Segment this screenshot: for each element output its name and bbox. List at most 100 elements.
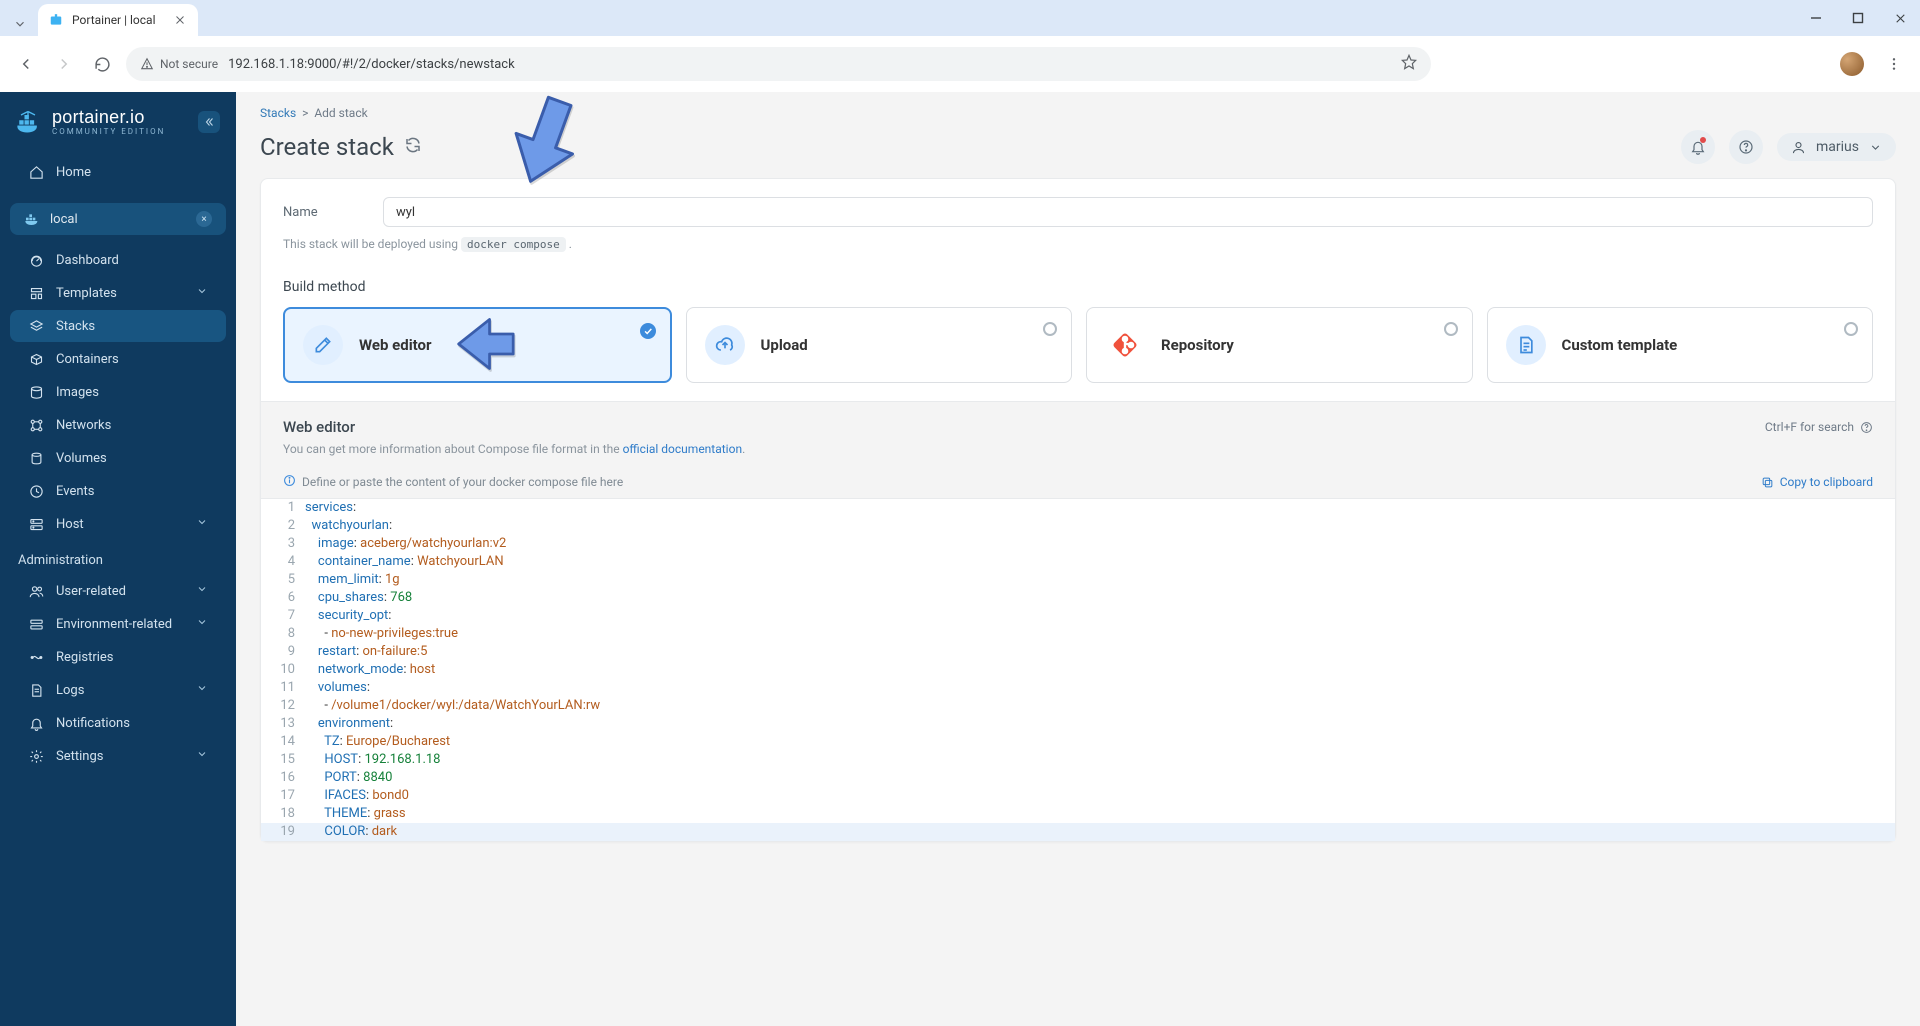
code-line[interactable]: 7 security_opt: <box>261 607 1895 625</box>
code-line[interactable]: 10 network_mode: host <box>261 661 1895 679</box>
code-line[interactable]: 15 HOST: 192.168.1.18 <box>261 751 1895 769</box>
window-close[interactable] <box>1888 6 1912 30</box>
window-maximize[interactable] <box>1846 6 1870 30</box>
user-name: marius <box>1816 139 1859 155</box>
sidebar-collapse[interactable] <box>198 111 220 133</box>
window-minimize[interactable] <box>1804 6 1828 30</box>
crumb-stacks[interactable]: Stacks <box>260 106 296 120</box>
sidebar-item-stacks[interactable]: Stacks <box>10 310 226 342</box>
images-icon <box>28 384 44 400</box>
sidebar-item-images[interactable]: Images <box>10 376 226 408</box>
code-text: image: aceberg/watchyourlan:v2 <box>305 535 506 553</box>
address-bar[interactable]: Not secure 192.168.1.18:9000/#!/2/docker… <box>126 47 1431 81</box>
sidebar-item-networks[interactable]: Networks <box>10 409 226 441</box>
code-line[interactable]: 6 cpu_shares: 768 <box>261 589 1895 607</box>
sidebar-item-templates[interactable]: Templates <box>10 277 226 309</box>
code-line[interactable]: 1services: <box>261 499 1895 517</box>
code-line[interactable]: 5 mem_limit: 1g <box>261 571 1895 589</box>
sidebar-item-environment-related[interactable]: Environment-related <box>10 608 226 640</box>
code-line[interactable]: 8 - no-new-privileges:true <box>261 625 1895 643</box>
code-line[interactable]: 17 IFACES: bond0 <box>261 787 1895 805</box>
env-name: local <box>50 212 78 227</box>
brand-sub: COMMUNITY EDITION <box>52 128 165 136</box>
environment-related-icon <box>28 616 44 632</box>
sidebar-item-containers[interactable]: Containers <box>10 343 226 375</box>
copy-to-clipboard[interactable]: Copy to clipboard <box>1761 475 1873 489</box>
code-editor[interactable]: 1services:2 watchyourlan:3 image: aceber… <box>261 498 1895 841</box>
bookmark-icon[interactable] <box>1401 54 1417 74</box>
code-line[interactable]: 3 image: aceberg/watchyourlan:v2 <box>261 535 1895 553</box>
tab-close-icon[interactable] <box>172 12 188 28</box>
sidebar-item-label: Environment-related <box>56 617 172 632</box>
tabs-dropdown[interactable] <box>8 12 32 36</box>
sidebar-item-registries[interactable]: Registries <box>10 641 226 673</box>
browser-tab[interactable]: Portainer | local <box>38 4 198 36</box>
method-upload[interactable]: Upload <box>686 307 1073 383</box>
registries-icon <box>28 649 44 665</box>
line-number: 3 <box>261 535 305 553</box>
reload-button[interactable] <box>88 50 116 78</box>
sidebar-item-user-related[interactable]: User-related <box>10 575 226 607</box>
notifications-icon <box>28 715 44 731</box>
sidebar-environment[interactable]: local × <box>10 203 226 235</box>
notifications-button[interactable] <box>1681 130 1715 164</box>
code-line[interactable]: 9 restart: on-failure:5 <box>261 643 1895 661</box>
browser-menu-icon[interactable] <box>1880 50 1908 78</box>
radio-icon <box>1043 322 1057 336</box>
edit-icon <box>303 325 343 365</box>
tab-bar: Portainer | local <box>0 0 1920 36</box>
breadcrumb: Stacks > Add stack <box>260 106 1896 120</box>
help-button[interactable] <box>1729 130 1763 164</box>
line-number: 19 <box>261 823 305 841</box>
env-close-icon[interactable]: × <box>196 211 212 227</box>
user-icon <box>1791 140 1806 155</box>
user-related-icon <box>28 583 44 599</box>
events-icon <box>28 483 44 499</box>
method-custom-template[interactable]: Custom template <box>1487 307 1874 383</box>
info-icon <box>283 474 296 490</box>
sidebar-item-notifications[interactable]: Notifications <box>10 707 226 739</box>
sidebar-item-host[interactable]: Host <box>10 508 226 540</box>
method-web-editor[interactable]: Web editor <box>283 307 672 383</box>
sidebar-item-events[interactable]: Events <box>10 475 226 507</box>
code-line[interactable]: 18 THEME: grass <box>261 805 1895 823</box>
code-line[interactable]: 16 PORT: 8840 <box>261 769 1895 787</box>
editor-title: Web editor <box>283 418 355 436</box>
compose-chip: docker compose <box>461 237 566 252</box>
code-line[interactable]: 11 volumes: <box>261 679 1895 697</box>
sidebar-item-volumes[interactable]: Volumes <box>10 442 226 474</box>
check-icon <box>640 323 656 339</box>
docs-link[interactable]: official documentation <box>623 442 743 456</box>
code-line[interactable]: 2 watchyourlan: <box>261 517 1895 535</box>
sidebar-item-dashboard[interactable]: Dashboard <box>10 244 226 276</box>
code-text: security_opt: <box>305 607 391 625</box>
sidebar-item-home[interactable]: Home <box>10 156 226 188</box>
sidebar-item-settings[interactable]: Settings <box>10 740 226 772</box>
sidebar-item-label: Events <box>56 484 94 499</box>
create-stack-card: Name This stack will be deployed using d… <box>260 178 1896 842</box>
security-indicator[interactable]: Not secure <box>140 57 218 71</box>
user-menu[interactable]: marius <box>1777 133 1896 161</box>
line-number: 2 <box>261 517 305 535</box>
profile-avatar[interactable] <box>1840 52 1864 76</box>
stack-name-input[interactable] <box>383 197 1873 227</box>
git-icon <box>1105 325 1145 365</box>
code-line[interactable]: 12 - /volume1/docker/wyl:/data/WatchYour… <box>261 697 1895 715</box>
chevron-down-icon <box>196 285 208 301</box>
code-line[interactable]: 19 COLOR: dark <box>261 823 1895 841</box>
method-repository[interactable]: Repository <box>1086 307 1473 383</box>
refresh-icon[interactable] <box>404 136 422 158</box>
code-line[interactable]: 13 environment: <box>261 715 1895 733</box>
templates-icon <box>28 285 44 301</box>
forward-button[interactable] <box>50 50 78 78</box>
sidebar-item-label: Volumes <box>56 451 107 466</box>
code-line[interactable]: 4 container_name: WatchyourLAN <box>261 553 1895 571</box>
chevron-down-icon <box>196 516 208 532</box>
code-line[interactable]: 14 TZ: Europe/Bucharest <box>261 733 1895 751</box>
name-label: Name <box>283 205 383 220</box>
sidebar-item-logs[interactable]: Logs <box>10 674 226 706</box>
build-method-title: Build method <box>261 265 1895 307</box>
method-label: Upload <box>761 336 808 354</box>
help-icon <box>1738 139 1754 155</box>
back-button[interactable] <box>12 50 40 78</box>
